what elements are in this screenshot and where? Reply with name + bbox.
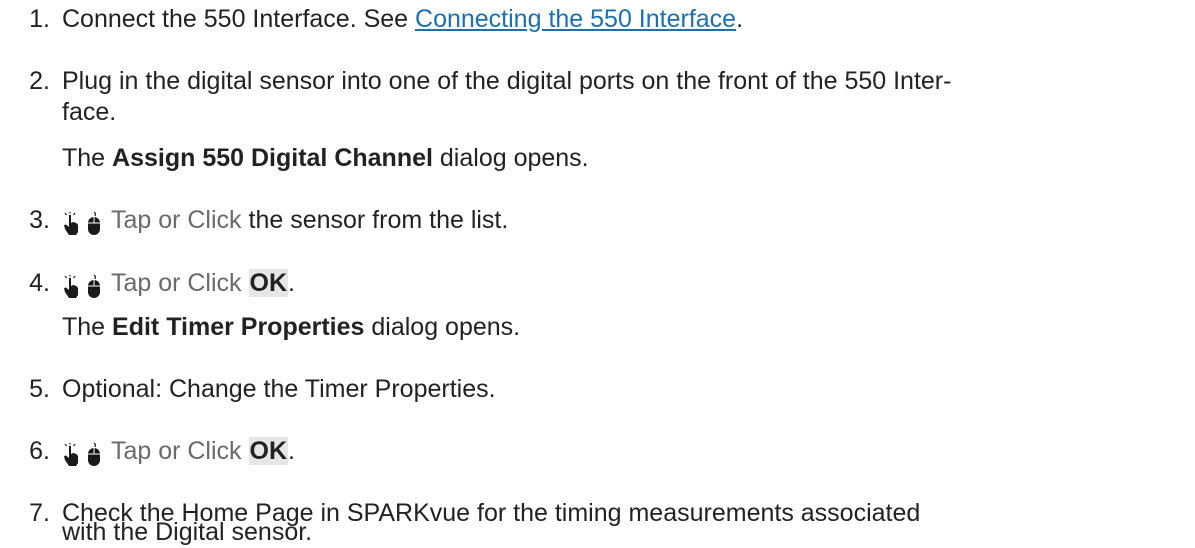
ok-button-reference: OK	[248, 269, 288, 297]
tap-or-click-icons	[62, 271, 101, 302]
step-text-line-2: face.	[62, 98, 117, 126]
step-text-rest: the sensor from the list.	[241, 206, 509, 234]
step-number: 1.	[29, 5, 50, 33]
step-number: 2.	[29, 67, 50, 95]
step-text-suffix: .	[736, 5, 744, 33]
step-text: Tap or Click the sensor from the list.	[62, 205, 1112, 239]
note-suffix: dialog opens.	[432, 144, 589, 172]
step-text-line-2: with the Digital sensor.	[62, 518, 313, 546]
tap-or-click-label: Tap or Click	[110, 269, 242, 297]
ok-button-reference: OK	[248, 437, 288, 465]
step-text: Connect the 550 Interface. See Connectin…	[62, 4, 1112, 35]
step-text-line-1: Plug in the digital sensor into one of t…	[62, 67, 952, 95]
step-number: 5.	[29, 375, 50, 403]
step-text-end: .	[288, 269, 295, 297]
mouse-icon	[87, 212, 100, 236]
step-text: Tap or Click OK.	[62, 268, 1112, 302]
tap-hand-icon	[64, 443, 78, 467]
step-text: Optional: Change the Timer Properties.	[62, 375, 496, 403]
dialog-note: The Assign 550 Digital Channel dialog op…	[62, 143, 1112, 174]
step-text-end: .	[288, 437, 295, 465]
tap-or-click-icons	[62, 439, 101, 470]
mouse-icon	[87, 443, 100, 467]
mouse-icon	[87, 275, 100, 299]
connecting-550-interface-link[interactable]: Connecting the 550 Interface	[415, 5, 736, 33]
tap-hand-icon	[64, 275, 78, 299]
step-number: 6.	[29, 437, 50, 465]
step-text-prefix: Connect the 550 Interface. See	[62, 5, 416, 33]
step-text: Tap or Click OK.	[62, 436, 1112, 470]
tap-hand-icon	[64, 212, 78, 236]
step-number: 4.	[29, 269, 50, 297]
step-number: 3.	[29, 206, 50, 234]
note-prefix: The	[62, 144, 113, 172]
instruction-list: 1. Connect the 550 Interface. See Connec…	[0, 0, 1195, 546]
dialog-note: The Edit Timer Properties dialog opens.	[62, 312, 1112, 343]
note-prefix: The	[62, 313, 113, 341]
tap-or-click-icons	[62, 208, 101, 239]
step-number: 7.	[29, 499, 50, 527]
dialog-name: Assign 550 Digital Channel	[112, 144, 433, 172]
note-suffix: dialog opens.	[364, 313, 521, 341]
tap-or-click-label: Tap or Click	[110, 206, 242, 234]
tap-or-click-label: Tap or Click	[110, 437, 242, 465]
dialog-name: Edit Timer Properties	[112, 313, 365, 341]
